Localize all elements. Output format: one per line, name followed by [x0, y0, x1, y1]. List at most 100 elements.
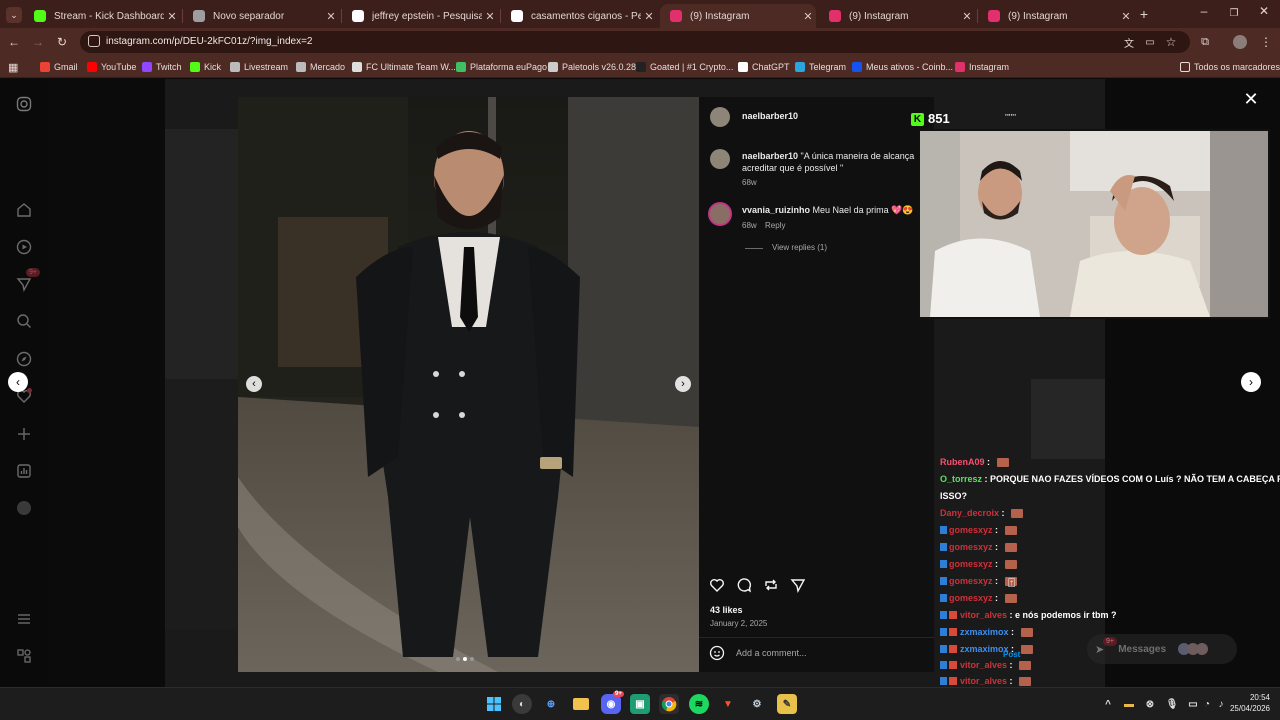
- menu-kebab-icon[interactable]: ⋮: [1258, 34, 1274, 50]
- bookmark-10[interactable]: Goated | #1 Crypto...: [636, 58, 733, 76]
- view-replies-link[interactable]: View replies (1): [772, 243, 827, 252]
- share-send-icon[interactable]: [790, 577, 806, 598]
- file-explorer-icon[interactable]: [571, 694, 591, 714]
- microphone-icon[interactable]: 🎙: [1162, 694, 1182, 714]
- tab-3[interactable]: jeffrey epstein - Pesquisa Goog✕: [342, 4, 498, 28]
- emoji-icon[interactable]: [709, 645, 725, 666]
- tab-4[interactable]: casamentos ciganos - Pesquisa✕: [501, 4, 657, 28]
- tray-app-icon[interactable]: ▬: [1119, 694, 1139, 714]
- chat-username[interactable]: Dany_decroix: [940, 508, 999, 518]
- tab-7[interactable]: (9) Instagram ✕: [978, 4, 1134, 28]
- tab-5[interactable]: (9) Instagram ✕: [660, 4, 816, 28]
- minimize-button[interactable]: –: [1192, 4, 1216, 24]
- bookmark-star-icon[interactable]: ☆: [1163, 34, 1179, 50]
- chat-username[interactable]: gomesxyz: [949, 525, 993, 535]
- chat-username[interactable]: zxmaximox: [960, 627, 1009, 637]
- post-button[interactable]: Post: [1003, 650, 1020, 659]
- profile-icon[interactable]: [14, 498, 34, 518]
- bookmark-4[interactable]: Kick: [190, 58, 221, 76]
- add-comment-input[interactable]: Add a comment...: [736, 648, 916, 658]
- chat-username[interactable]: vitor_alves: [960, 610, 1007, 620]
- forward-arrow-icon[interactable]: →: [30, 34, 46, 50]
- bookmark-9[interactable]: Paletools v26.0.28: [548, 58, 636, 76]
- bookmark-11[interactable]: ChatGPT: [738, 58, 790, 76]
- app-icon-1[interactable]: ◐: [512, 694, 532, 714]
- bookmark-3[interactable]: Twitch: [142, 58, 182, 76]
- new-tab-button[interactable]: +: [1136, 6, 1152, 22]
- tab-close-icon[interactable]: ✕: [164, 10, 180, 23]
- chat-username[interactable]: RubenA09: [940, 457, 985, 467]
- start-menu-icon[interactable]: [484, 694, 504, 714]
- carousel-prev-arrow[interactable]: ‹: [246, 376, 262, 392]
- chat-username[interactable]: gomesxyz: [949, 559, 993, 569]
- explore-compass-icon[interactable]: [14, 349, 34, 369]
- reply-link[interactable]: Reply: [765, 221, 785, 230]
- repost-icon[interactable]: [763, 577, 779, 598]
- next-post-arrow[interactable]: ›: [1241, 372, 1261, 392]
- restore-button[interactable]: ❐: [1222, 4, 1246, 24]
- address-bar[interactable]: instagram.com/p/DEU-2kFC01z/?img_index=2: [80, 31, 1190, 53]
- back-arrow-icon[interactable]: ←: [6, 34, 22, 50]
- tab-close-icon[interactable]: ✕: [323, 10, 339, 23]
- spotify-icon[interactable]: ≋: [689, 694, 709, 714]
- bookmark-8[interactable]: Plataforma euPago: [456, 58, 547, 76]
- translate-icon[interactable]: 文: [1121, 34, 1137, 50]
- discord-icon[interactable]: ◉ 9+: [601, 691, 624, 714]
- chat-username[interactable]: gomesxyz: [949, 576, 993, 586]
- like-heart-icon[interactable]: [709, 577, 725, 598]
- bookmark-14[interactable]: Instagram: [955, 58, 1009, 76]
- caption-username[interactable]: naelbarber10: [742, 151, 798, 161]
- all-bookmarks-folder[interactable]: Todos os marcadores: [1180, 58, 1280, 76]
- site-info-icon[interactable]: [88, 35, 100, 47]
- bookmark-7[interactable]: FC Ultimate Team W...: [352, 58, 456, 76]
- direct-messages-icon[interactable]: 9+: [14, 268, 40, 294]
- likes-count[interactable]: 43 likes: [710, 605, 743, 615]
- chrome-icon[interactable]: [659, 694, 679, 714]
- also-from-meta-icon[interactable]: [14, 646, 34, 666]
- steam-icon[interactable]: ⚙: [747, 694, 767, 714]
- tab-close-icon[interactable]: ✕: [641, 10, 657, 23]
- bookmark-2[interactable]: YouTube: [87, 58, 136, 76]
- tab-2[interactable]: Novo separador ✕: [183, 4, 339, 28]
- bookmark-5[interactable]: Livestream: [230, 58, 288, 76]
- cast-icon[interactable]: ▭: [1142, 34, 1158, 50]
- tray-overflow-icon[interactable]: ^: [1098, 694, 1118, 714]
- comment-bubble-icon[interactable]: [736, 577, 752, 598]
- tab-1[interactable]: Stream - Kick Dashboard ✕: [24, 4, 180, 28]
- comment-avatar[interactable]: [708, 202, 732, 226]
- tab-close-icon[interactable]: ✕: [959, 10, 975, 23]
- chat-username[interactable]: zxmaximox: [960, 644, 1009, 654]
- carousel-next-arrow[interactable]: ›: [675, 376, 691, 392]
- tab-close-icon[interactable]: ✕: [1118, 10, 1134, 23]
- author-username[interactable]: naelbarber10: [742, 111, 798, 121]
- tab-close-icon[interactable]: ✕: [482, 10, 498, 23]
- brave-icon[interactable]: ▼: [718, 694, 738, 714]
- home-icon[interactable]: [14, 200, 34, 220]
- apps-grid-icon[interactable]: ▦: [8, 58, 18, 76]
- comment-username[interactable]: vvania_ruizinho: [742, 205, 810, 215]
- tab-6[interactable]: (9) Instagram ✕: [819, 4, 975, 28]
- author-avatar[interactable]: [710, 107, 730, 127]
- previous-post-arrow[interactable]: ‹: [8, 372, 28, 392]
- chat-username[interactable]: gomesxyz: [949, 593, 993, 603]
- reels-icon[interactable]: [14, 237, 34, 257]
- instagram-logo-icon[interactable]: [14, 94, 34, 114]
- stream-more-icon[interactable]: ···: [1006, 109, 1017, 121]
- caption-avatar[interactable]: [710, 149, 730, 169]
- dashboard-icon[interactable]: [14, 461, 34, 481]
- app-icon-3[interactable]: ▣: [630, 694, 650, 714]
- chat-username[interactable]: vitor_alves: [960, 660, 1007, 670]
- chat-username[interactable]: gomesxyz: [949, 542, 993, 552]
- search-icon[interactable]: [14, 311, 34, 331]
- more-menu-icon[interactable]: [14, 609, 34, 629]
- bookmark-1[interactable]: Gmail: [40, 58, 78, 76]
- chat-username[interactable]: O_torresz: [940, 474, 982, 484]
- close-window-button[interactable]: ✕: [1252, 4, 1276, 24]
- messages-pill[interactable]: ➤ 9+ Messages: [1087, 634, 1237, 664]
- close-modal-icon[interactable]: ✕: [1242, 90, 1260, 108]
- bookmark-13[interactable]: Meus ativos - Coinb...: [852, 58, 953, 76]
- create-plus-icon[interactable]: [14, 424, 34, 444]
- bookmark-12[interactable]: Telegram: [795, 58, 846, 76]
- tab-search-button[interactable]: ⌄: [6, 7, 22, 23]
- tab-close-icon[interactable]: ✕: [800, 10, 816, 23]
